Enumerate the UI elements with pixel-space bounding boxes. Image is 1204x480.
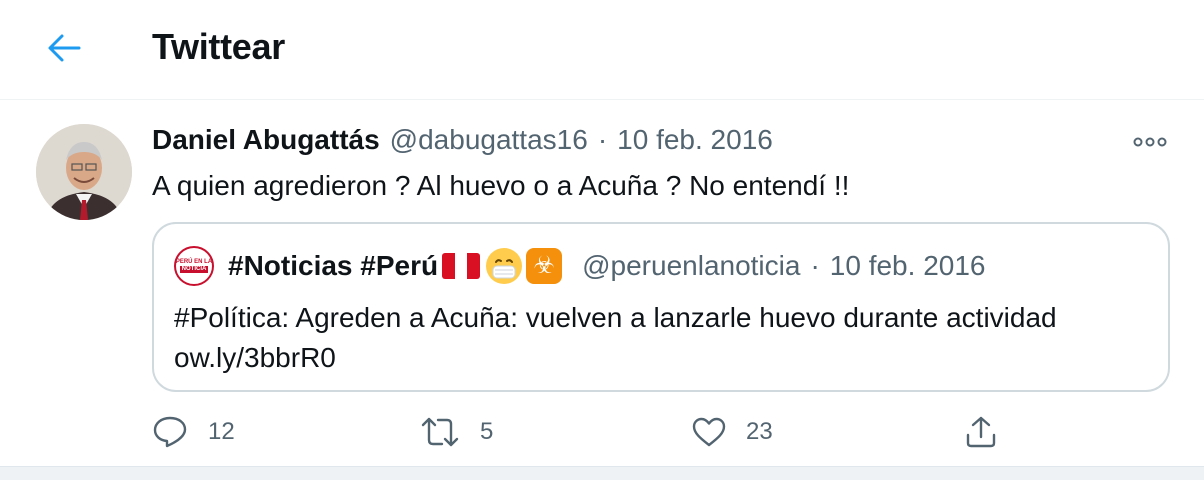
tweet-text: A quien agredieron ? Al huevo o a Acuña … <box>152 170 850 201</box>
more-options-button[interactable] <box>1130 128 1170 156</box>
peru-flag-icon <box>442 253 481 279</box>
arrow-left-icon <box>48 34 81 62</box>
tweet-date[interactable]: 10 feb. 2016 <box>617 124 773 156</box>
quoted-author-avatar[interactable]: PERÚ EN LA NOTICIA <box>174 246 214 286</box>
heart-icon <box>692 417 726 447</box>
quoted-meta-separator: · <box>810 250 820 281</box>
reply-count: 12 <box>208 418 235 445</box>
face-mask-icon <box>486 248 523 284</box>
page-header: Twittear <box>0 0 1204 100</box>
back-button[interactable] <box>44 28 84 68</box>
reply-icon <box>153 416 187 448</box>
quoted-author-name[interactable]: #Noticias #Perú <box>228 250 438 282</box>
author-name[interactable]: Daniel Abugattás <box>152 124 380 156</box>
meta-separator: · <box>597 124 608 155</box>
quoted-tweet-date[interactable]: 10 feb. 2016 <box>830 250 986 282</box>
reply-button[interactable]: 12 <box>152 410 235 454</box>
quoted-tweet-text: #Política: Agreden a Acuña: vuelven a la… <box>174 302 1057 373</box>
author-handle[interactable]: @dabugattas16 <box>390 124 588 156</box>
share-icon <box>966 416 996 448</box>
page-title: Twittear <box>152 26 285 67</box>
quoted-tweet-card[interactable]: PERÚ EN LA NOTICIA #Noticias #Perú ☣ @pe… <box>152 222 1170 392</box>
like-count: 23 <box>746 418 773 445</box>
more-horizontal-icon <box>1133 137 1167 147</box>
retweet-icon <box>421 417 459 447</box>
author-avatar[interactable] <box>36 124 132 220</box>
tweet-actions-bar: 12 5 23 <box>152 410 1170 454</box>
tweet-author-line: Daniel Abugattás @dabugattas16 · 10 feb.… <box>152 124 773 156</box>
quoted-avatar-text-top: PERÚ EN LA <box>175 259 213 265</box>
retweet-count: 5 <box>480 418 494 445</box>
biohazard-icon: ☣ <box>526 248 563 284</box>
retweet-button[interactable]: 5 <box>420 410 493 454</box>
like-button[interactable]: 23 <box>692 410 773 454</box>
quoted-tweet-header: PERÚ EN LA NOTICIA #Noticias #Perú ☣ @pe… <box>174 246 985 286</box>
timeline-divider <box>0 466 1204 480</box>
quoted-avatar-text-bottom: NOTICIA <box>179 266 209 273</box>
quoted-author-handle[interactable]: @peruenlanoticia <box>582 250 800 282</box>
share-button[interactable] <box>964 410 998 454</box>
